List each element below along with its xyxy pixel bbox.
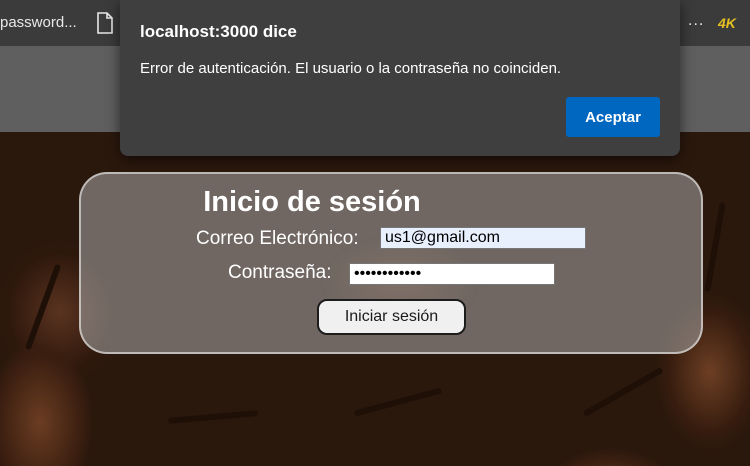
dialog-title: localhost:3000 dice [140,22,297,41]
bookmark-passwords[interactable]: password... [0,14,77,31]
login-button[interactable]: Iniciar sesión [317,299,466,335]
email-input[interactable] [380,227,586,249]
password-label: Contraseña: [228,262,332,283]
alert-dialog: localhost:3000 dice Error de autenticaci… [120,0,680,156]
login-title: Inicio de sesión [203,186,421,218]
dialog-message: Error de autenticación. El usuario o la … [140,60,562,77]
password-input[interactable] [349,263,555,285]
bookmarks-overflow-button[interactable]: ... [688,12,704,30]
bookmark-4k[interactable]: 4K [718,15,736,31]
dialog-ok-button[interactable]: Aceptar [566,97,660,137]
document-icon[interactable] [96,12,114,38]
email-label: Correo Electrónico: [196,228,359,249]
